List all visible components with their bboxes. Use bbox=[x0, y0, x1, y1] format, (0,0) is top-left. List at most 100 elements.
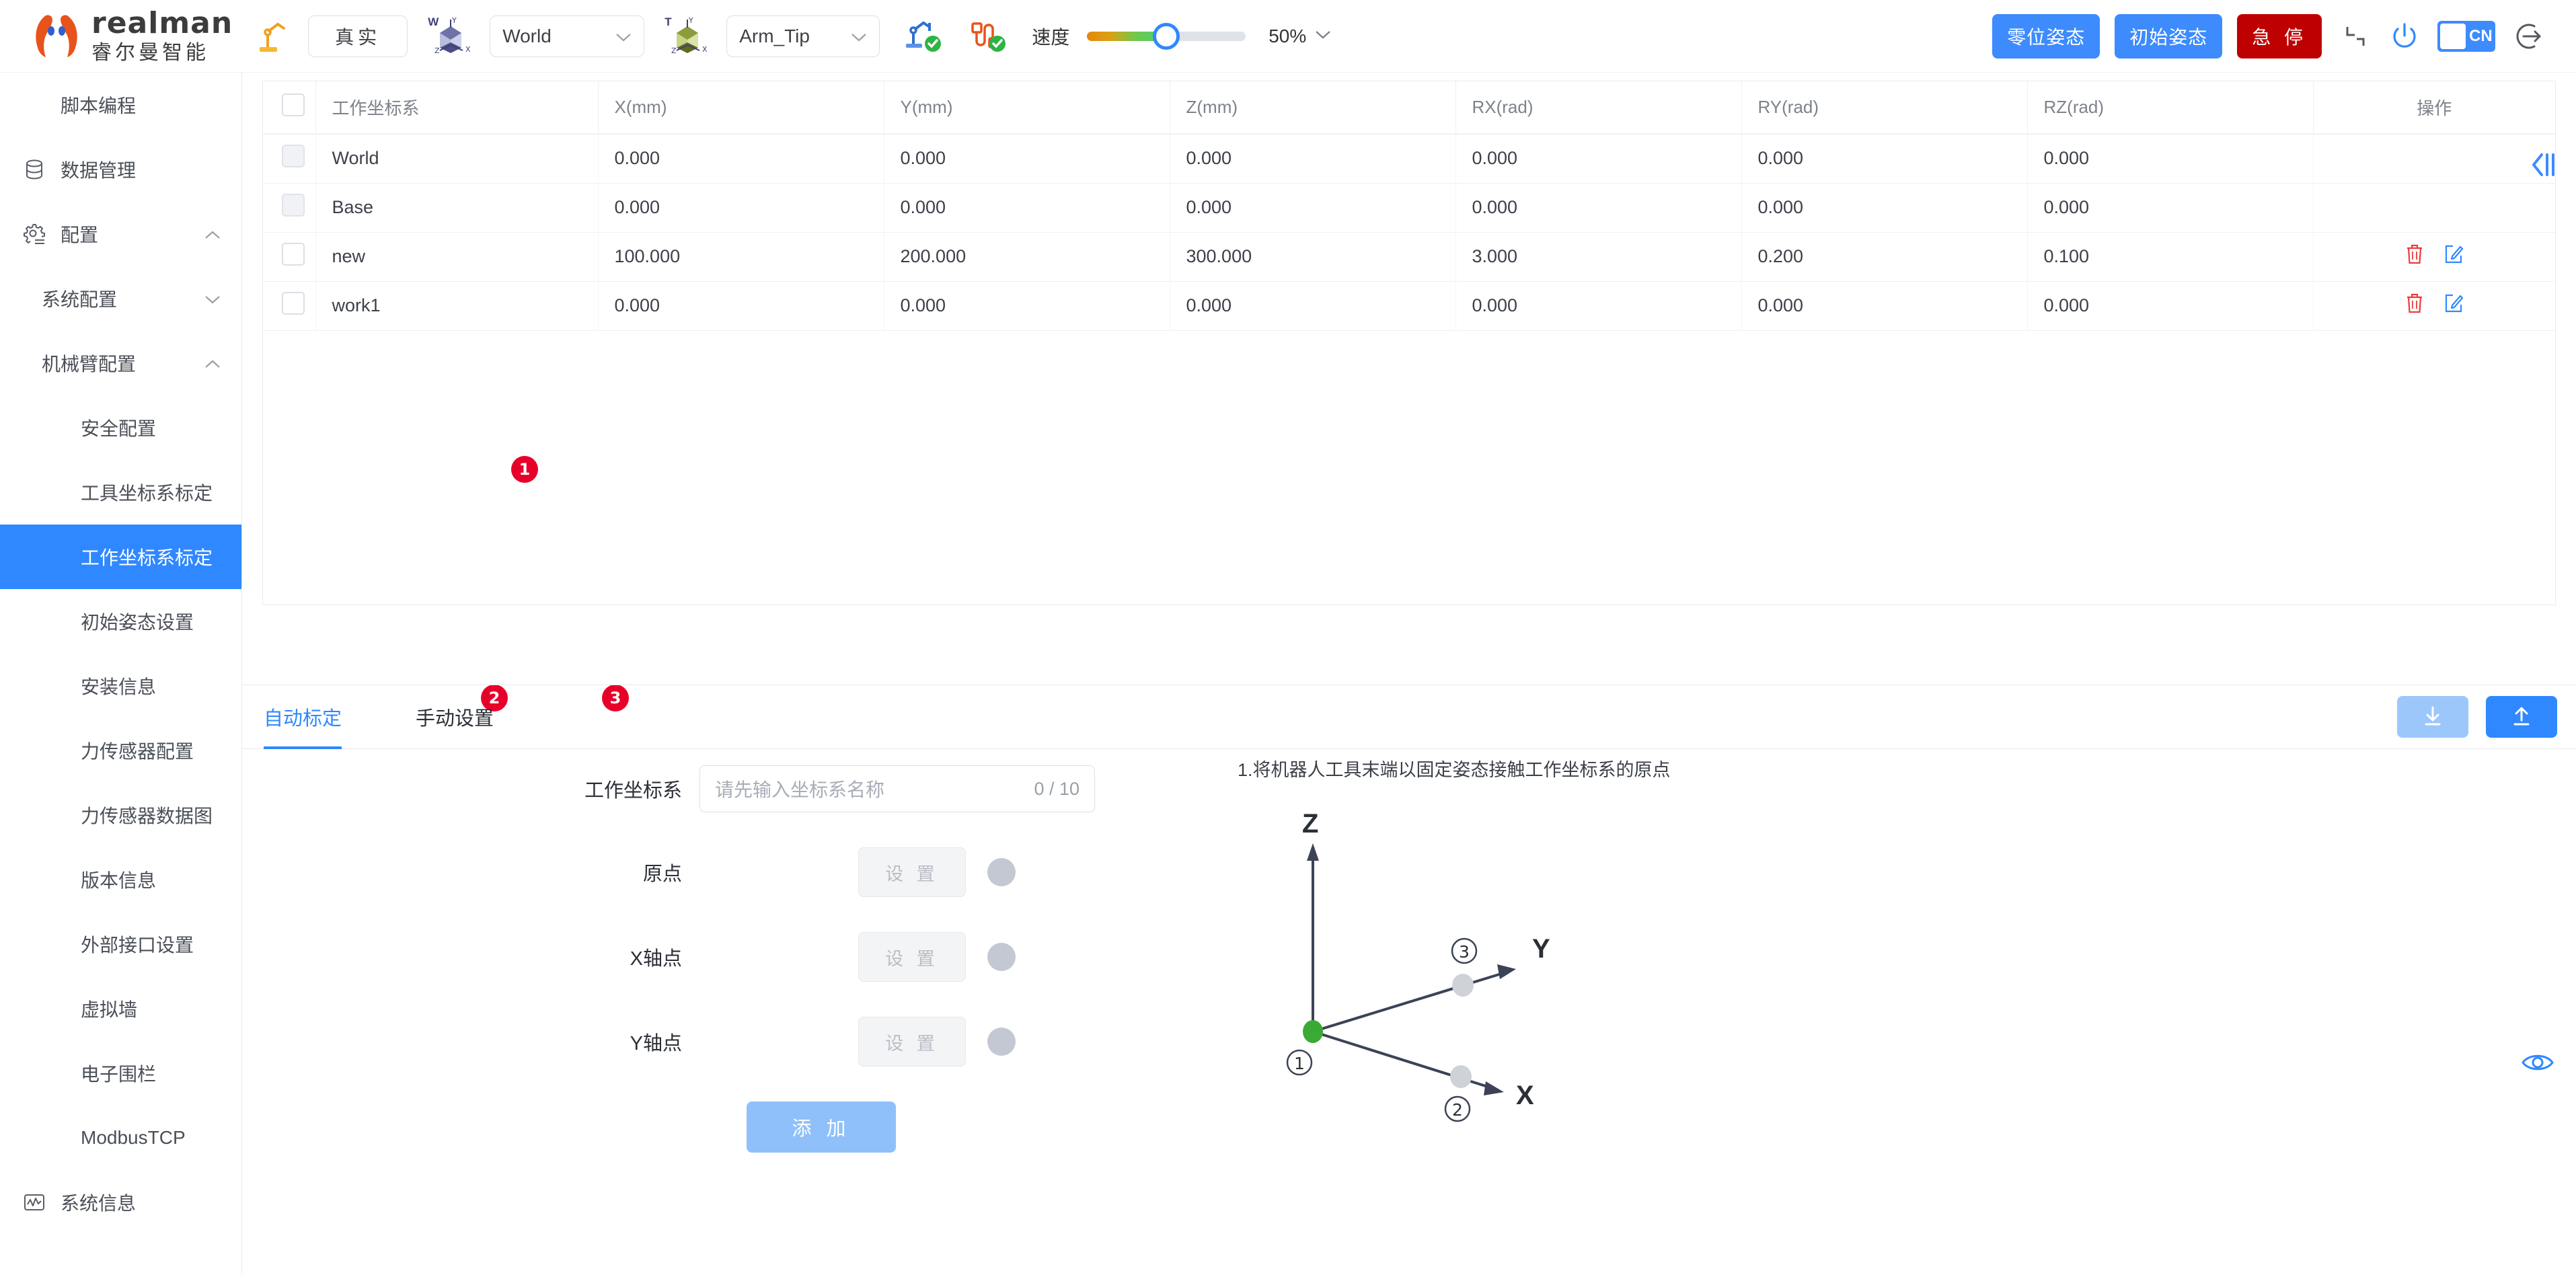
x-axis-point-marker bbox=[1450, 1065, 1472, 1088]
sidebar-item-label: 配置 bbox=[61, 225, 99, 245]
sidebar-item-external-interface[interactable]: 外部接口设置 bbox=[0, 912, 241, 976]
table-row: Base 0.000 0.000 0.000 0.000 0.000 0.000 bbox=[263, 183, 2555, 233]
sidebar-item-label: 系统配置 bbox=[42, 289, 118, 310]
sidebar-item-arm-config[interactable]: 机械臂配置 bbox=[0, 331, 241, 395]
sidebar-item-data-management[interactable]: 数据管理 bbox=[0, 137, 241, 202]
origin-point-label: 原点 bbox=[642, 863, 682, 885]
sidebar-item-init-pose-setting[interactable]: 初始姿态设置 bbox=[0, 589, 241, 654]
sidebar-item-work-frame-calib[interactable]: 工作坐标系标定 bbox=[0, 525, 241, 589]
calibration-form: 工作坐标系 请先输入坐标系名称 0 / 10 原点 设 置 X轴点 设 置 Y轴… bbox=[242, 765, 1116, 1153]
diagram-title: 1.将机器人工具末端以固定姿态接触工作坐标系的原点 bbox=[1238, 760, 1671, 780]
power-icon[interactable] bbox=[2389, 21, 2420, 52]
realman-logo-icon bbox=[36, 14, 77, 57]
select-all-header bbox=[263, 81, 316, 134]
sidebar: 脚本编程 数据管理 配置 系统配置 机械臂配置 安全配置 工具坐标系标定 工作坐… bbox=[0, 73, 242, 1275]
edit-icon[interactable] bbox=[2444, 293, 2464, 319]
row-checkbox[interactable] bbox=[282, 194, 305, 217]
tab-auto-calibration[interactable]: 自动标定 bbox=[264, 685, 342, 749]
row-checkbox[interactable] bbox=[282, 145, 305, 168]
main-content: 工作坐标系 X(mm) Y(mm) Z(mm) RX(rad) RY(rad) … bbox=[242, 73, 2576, 1275]
frame-name-input[interactable]: 请先输入坐标系名称 0 / 10 bbox=[699, 765, 1095, 812]
sidebar-item-script-programming[interactable]: 脚本编程 bbox=[0, 73, 241, 137]
sidebar-item-force-sensor-config[interactable]: 力传感器配置 bbox=[0, 718, 241, 783]
gear-icon bbox=[19, 223, 50, 245]
emergency-stop-button[interactable]: 急 停 bbox=[2237, 13, 2322, 59]
sidebar-item-label: ModbusTCP bbox=[81, 1127, 186, 1148]
edit-icon[interactable] bbox=[2444, 243, 2464, 270]
frame-name-label: 工作坐标系 bbox=[584, 780, 682, 802]
sidebar-item-install-info[interactable]: 安装信息 bbox=[0, 654, 241, 718]
logout-icon[interactable] bbox=[2514, 20, 2546, 52]
cell-x: 100.000 bbox=[598, 232, 884, 282]
sidebar-item-safety-config[interactable]: 安全配置 bbox=[0, 395, 241, 460]
sidebar-item-system-info[interactable]: 系统信息 bbox=[0, 1170, 241, 1235]
speed-slider[interactable] bbox=[1087, 22, 1246, 50]
sidebar-item-label: 初始姿态设置 bbox=[81, 612, 194, 633]
chevron-down-icon bbox=[598, 26, 632, 47]
row-select-cell bbox=[263, 232, 316, 282]
select-all-checkbox[interactable] bbox=[282, 93, 305, 116]
tool-frame-axis-icon: T Y Z X bbox=[665, 14, 712, 59]
trash-icon[interactable] bbox=[2404, 243, 2425, 270]
x-axis-point-number: 2 bbox=[1452, 1100, 1463, 1120]
y-axis-point-number: 3 bbox=[1459, 942, 1470, 962]
table-row: work1 0.000 0.000 0.000 0.000 0.000 0.00… bbox=[263, 281, 2555, 331]
cell-x: 0.000 bbox=[598, 183, 884, 233]
zero-pose-button[interactable]: 零位姿态 bbox=[1992, 13, 2100, 59]
brand-name-en: realman bbox=[91, 6, 233, 40]
cell-rz: 0.000 bbox=[2027, 134, 2314, 184]
eye-icon[interactable] bbox=[2521, 1051, 2554, 1077]
upload-button[interactable] bbox=[2486, 696, 2557, 738]
mode-select[interactable]: 真实 bbox=[308, 15, 408, 57]
table-header-row: 工作坐标系 X(mm) Y(mm) Z(mm) RX(rad) RY(rad) … bbox=[263, 81, 2555, 134]
sidebar-item-label: 安装信息 bbox=[81, 677, 157, 697]
origin-point-row: 原点 设 置 bbox=[242, 847, 1116, 897]
sidebar-item-force-sensor-chart[interactable]: 力传感器数据图 bbox=[0, 783, 241, 847]
cell-z: 0.000 bbox=[1170, 134, 1456, 184]
sidebar-item-virtual-wall[interactable]: 虚拟墙 bbox=[0, 976, 241, 1041]
minimize-icon[interactable] bbox=[2341, 22, 2370, 51]
cell-rz: 0.000 bbox=[2027, 183, 2314, 233]
row-checkbox[interactable] bbox=[282, 292, 305, 315]
world-frame-select[interactable]: World bbox=[490, 15, 645, 57]
init-pose-button[interactable]: 初始姿态 bbox=[2115, 13, 2223, 59]
trash-icon[interactable] bbox=[2404, 293, 2425, 319]
axis-label-t: T bbox=[665, 15, 672, 28]
work-frame-table: 工作坐标系 X(mm) Y(mm) Z(mm) RX(rad) RY(rad) … bbox=[262, 81, 2556, 605]
download-button[interactable] bbox=[2397, 696, 2468, 738]
column-header-rx: RX(rad) bbox=[1455, 81, 1742, 134]
language-toggle[interactable]: CN bbox=[2437, 20, 2495, 52]
row-checkbox[interactable] bbox=[282, 243, 305, 266]
add-button[interactable]: 添 加 bbox=[747, 1102, 896, 1153]
sidebar-item-system-config[interactable]: 系统配置 bbox=[0, 266, 241, 331]
tool-frame-select[interactable]: Arm_Tip bbox=[726, 15, 880, 57]
tool-frame-value: Arm_Tip bbox=[739, 25, 810, 46]
sidebar-item-configuration[interactable]: 配置 bbox=[0, 202, 241, 266]
sidebar-item-tool-frame-calib[interactable]: 工具坐标系标定 bbox=[0, 460, 241, 525]
collapse-panel-icon[interactable] bbox=[2530, 152, 2557, 181]
sidebar-item-version-info[interactable]: 版本信息 bbox=[0, 847, 241, 912]
world-frame-value: World bbox=[502, 25, 552, 46]
x-axis-set-button[interactable]: 设 置 bbox=[858, 932, 966, 982]
sidebar-item-electronic-fence[interactable]: 电子围栏 bbox=[0, 1041, 241, 1106]
sidebar-item-modbustcp[interactable]: ModbusTCP bbox=[0, 1106, 241, 1170]
world-frame-axis-icon: W Y Z X bbox=[428, 14, 475, 59]
svg-text:Z: Z bbox=[434, 46, 440, 55]
sidebar-item-label: 工具坐标系标定 bbox=[81, 483, 213, 504]
cell-rx: 0.000 bbox=[1455, 183, 1742, 233]
speed-slider-knob[interactable] bbox=[1153, 22, 1180, 50]
cell-x: 0.000 bbox=[598, 134, 884, 184]
chevron-down-icon[interactable] bbox=[1314, 30, 1332, 43]
chart-icon bbox=[19, 1191, 50, 1214]
x-axis-point-row: X轴点 设 置 bbox=[242, 932, 1116, 982]
robot-arm-icon[interactable] bbox=[256, 17, 293, 55]
column-header-ry: RY(rad) bbox=[1741, 81, 2028, 134]
svg-text:Y: Y bbox=[451, 16, 457, 25]
cell-y: 0.000 bbox=[884, 281, 1170, 331]
cable-connected-icon[interactable] bbox=[967, 18, 1009, 54]
robot-arm-connected-icon[interactable] bbox=[903, 18, 944, 54]
tab-manual-setting[interactable]: 手动设置 bbox=[416, 685, 494, 749]
calibration-tabs: 自动标定 手动设置 bbox=[242, 685, 2576, 749]
origin-set-button[interactable]: 设 置 bbox=[858, 847, 966, 897]
y-axis-set-button[interactable]: 设 置 bbox=[858, 1017, 966, 1067]
